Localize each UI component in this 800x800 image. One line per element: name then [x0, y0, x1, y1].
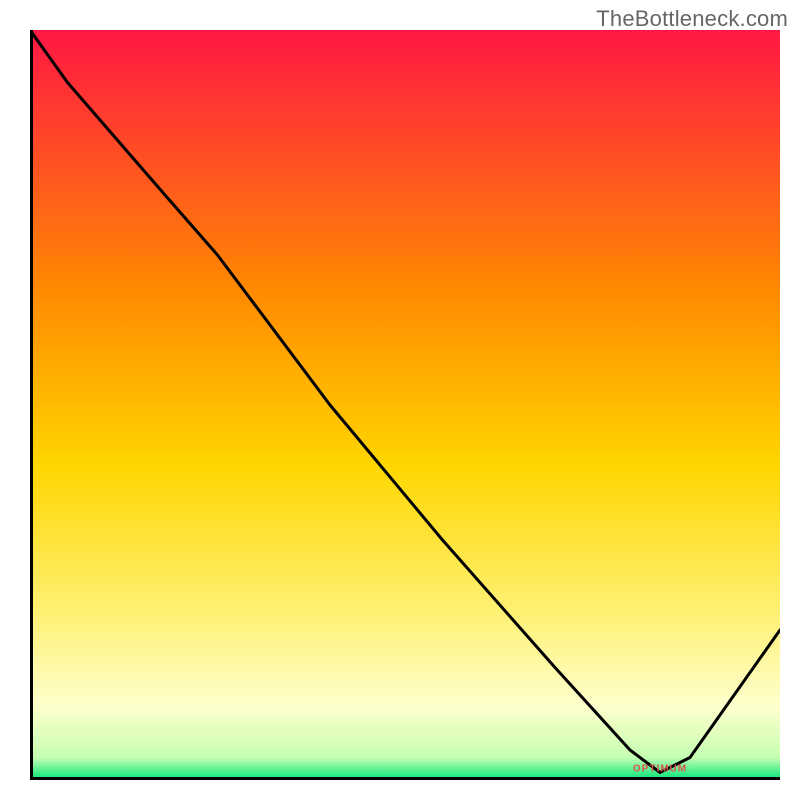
optimum-marker: OPTIMUM — [633, 763, 687, 774]
watermark-text: TheBottleneck.com — [596, 6, 788, 32]
curve-layer — [30, 30, 780, 780]
y-axis — [30, 30, 33, 780]
plot-area: OPTIMUM — [30, 30, 780, 780]
x-axis — [30, 777, 780, 780]
bottleneck-curve — [30, 30, 780, 773]
chart-stage: TheBottleneck.com OPTIMUM — [0, 0, 800, 800]
